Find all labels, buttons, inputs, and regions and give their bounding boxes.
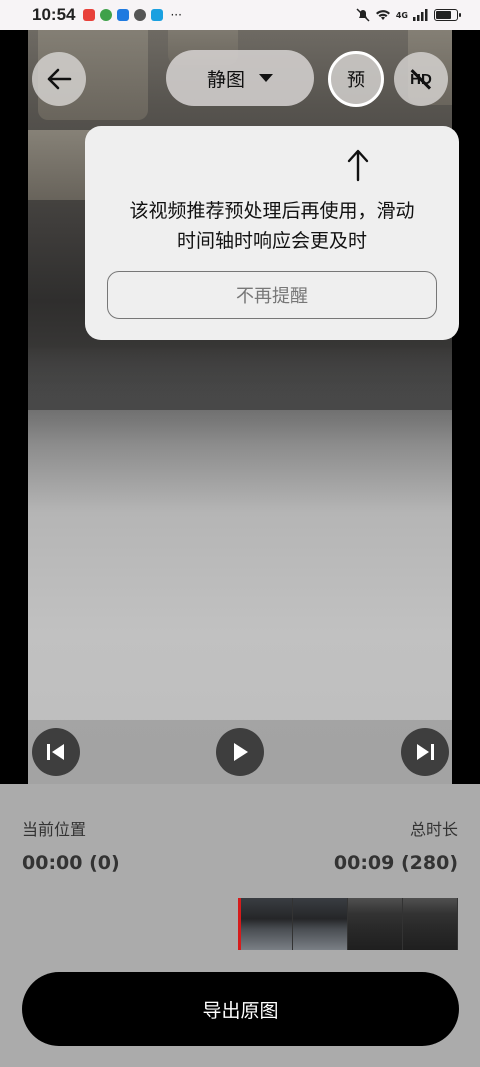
total-duration-label: 总时长 [409, 820, 458, 839]
timeline-frame [403, 898, 458, 950]
timeline-frame [238, 898, 293, 950]
play-button[interactable] [216, 728, 264, 776]
notification-app-icon [100, 9, 113, 21]
status-bar: 10:54 ··· 4G [0, 0, 480, 30]
next-frame-button[interactable] [401, 728, 449, 776]
tip-message-line: 该视频推荐预处理后再使用，滑动 [129, 200, 415, 222]
tip-message-line: 时间轴时响应会更及时 [176, 230, 367, 252]
timeline-frame [348, 898, 403, 950]
play-icon [234, 743, 248, 761]
notification-app-icon [83, 9, 96, 21]
video-glare [28, 380, 452, 420]
current-position-value: 00:00 (0) [22, 852, 120, 874]
caret-down-icon [259, 74, 273, 82]
signal-icon [413, 9, 428, 21]
step-backward-icon [47, 744, 64, 760]
notification-app-icon [151, 9, 164, 21]
arrow-left-icon [47, 68, 72, 90]
wifi-icon [375, 10, 390, 20]
tip-message: 该视频推荐预处理后再使用，滑动 时间轴时响应会更及时 [85, 196, 459, 256]
arrow-up-icon [347, 149, 369, 182]
step-forward-icon [417, 744, 434, 760]
export-original-button[interactable]: 导出原图 [22, 972, 459, 1046]
info-panel: 当前位置 总时长 00:00 (0) 00:09 (280) 导出原图 [0, 784, 480, 1067]
preprocess-label: 预 [347, 70, 365, 91]
current-position-label: 当前位置 [22, 820, 87, 839]
timeline-strip[interactable] [238, 898, 458, 950]
mute-bell-icon [356, 8, 370, 22]
hd-toggle-button[interactable]: HD [394, 52, 448, 106]
back-button[interactable] [32, 52, 86, 106]
timeline-playhead[interactable] [238, 898, 241, 950]
status-time: 10:54 [32, 5, 76, 24]
battery-icon [434, 9, 461, 21]
preprocess-button[interactable]: 预 [328, 51, 384, 107]
preprocess-tip-popup: 该视频推荐预处理后再使用，滑动 时间轴时响应会更及时 不再提醒 [85, 126, 459, 340]
notification-app-icon [117, 9, 130, 21]
timeline-frame [293, 898, 348, 950]
total-duration-value: 00:09 (280) [333, 852, 458, 874]
wechat-icon [134, 9, 147, 21]
mode-label: 静图 [206, 68, 245, 91]
dont-remind-button[interactable]: 不再提醒 [107, 271, 437, 319]
previous-frame-button[interactable] [32, 728, 80, 776]
more-notifications-icon: ··· [170, 8, 182, 22]
mode-dropdown[interactable]: 静图 [166, 50, 314, 106]
network-type-label: 4G [395, 10, 408, 20]
